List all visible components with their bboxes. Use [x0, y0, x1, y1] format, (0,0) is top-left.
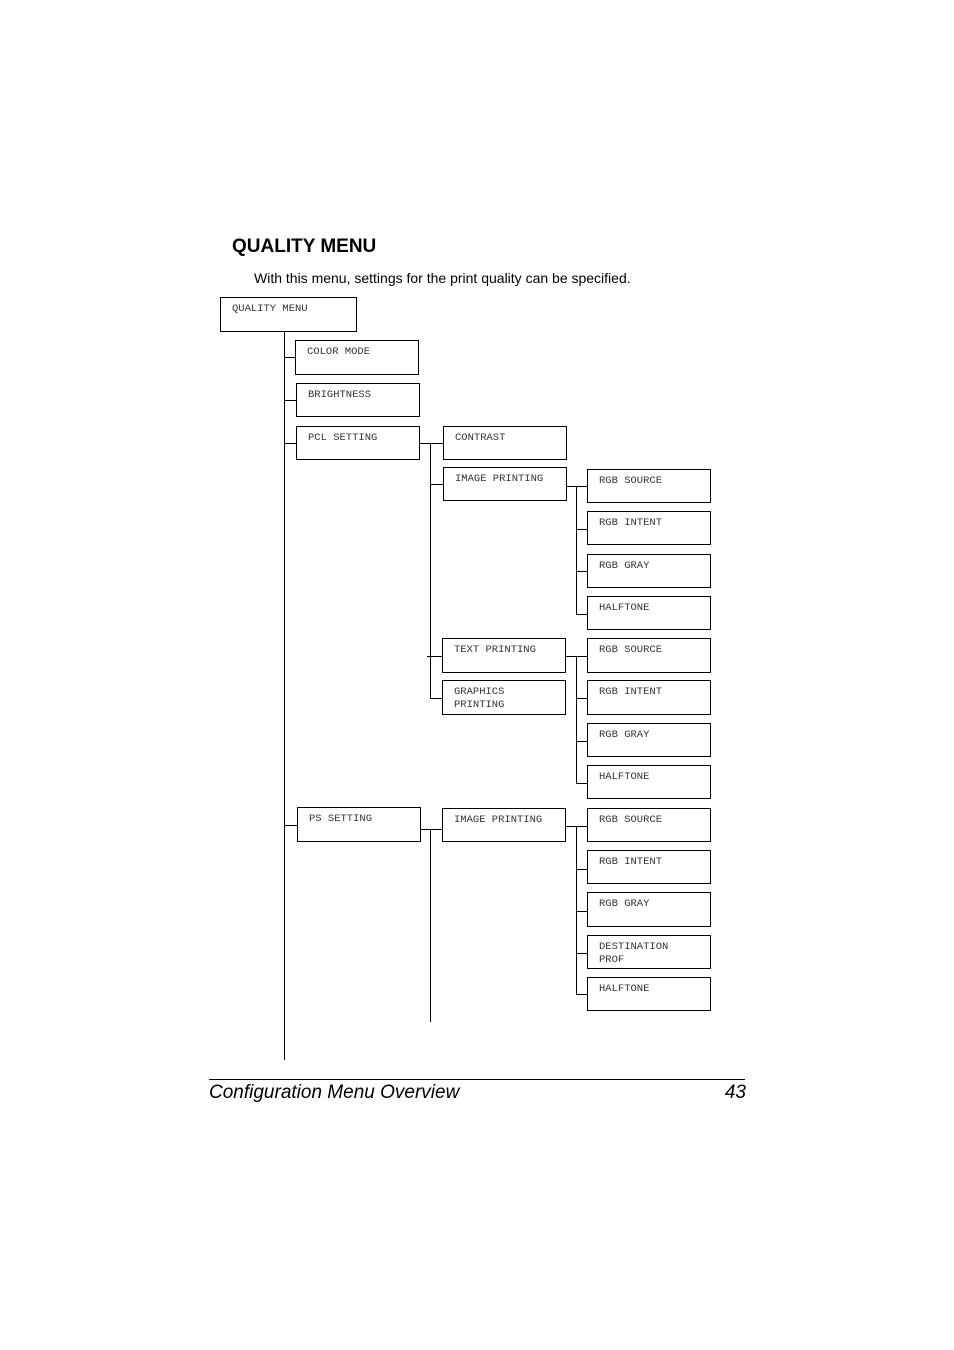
menu-node-pcl-image-rgb-gray: RGB GRAY	[587, 554, 711, 588]
menu-node-pcl-text-rgb-intent: RGB INTENT	[587, 680, 711, 715]
menu-node-pcl-image-rgb-intent: RGB INTENT	[587, 511, 711, 545]
menu-node-contrast: CONTRAST	[443, 426, 567, 460]
menu-node-ps-image-halftone: HALFTONE	[587, 977, 711, 1011]
menu-node-text-printing: TEXT PRINTING	[442, 638, 566, 673]
menu-node-ps-image-destination-prof: DESTINATION PROF	[587, 935, 711, 969]
page-number: 43	[724, 1082, 746, 1103]
menu-node-quality-menu: QUALITY MENU	[220, 297, 357, 332]
menu-node-pcl-setting: PCL SETTING	[296, 426, 420, 460]
menu-node-brightness: BRIGHTNESS	[296, 383, 420, 417]
menu-node-ps-image-printing: IMAGE PRINTING	[442, 808, 566, 842]
menu-node-pcl-text-rgb-source: RGB SOURCE	[587, 638, 711, 673]
menu-node-pcl-image-rgb-source: RGB SOURCE	[587, 469, 711, 503]
menu-node-pcl-image-halftone: HALFTONE	[587, 596, 711, 630]
footer-section-name: Configuration Menu Overview	[209, 1082, 460, 1103]
footer-divider	[209, 1079, 745, 1080]
menu-node-pcl-text-halftone: HALFTONE	[587, 765, 711, 799]
tree-connectors	[284, 331, 587, 1060]
menu-node-ps-setting: PS SETTING	[297, 807, 421, 842]
menu-node-ps-image-rgb-gray: RGB GRAY	[587, 892, 711, 927]
menu-node-color-mode: COLOR MODE	[295, 340, 419, 375]
menu-node-pcl-image-printing: IMAGE PRINTING	[443, 467, 567, 501]
menu-node-pcl-text-rgb-gray: RGB GRAY	[587, 723, 711, 757]
menu-node-ps-image-rgb-intent: RGB INTENT	[587, 850, 711, 884]
menu-node-ps-image-rgb-source: RGB SOURCE	[587, 808, 711, 842]
menu-node-graphics-printing: GRAPHICS PRINTING	[442, 680, 566, 715]
